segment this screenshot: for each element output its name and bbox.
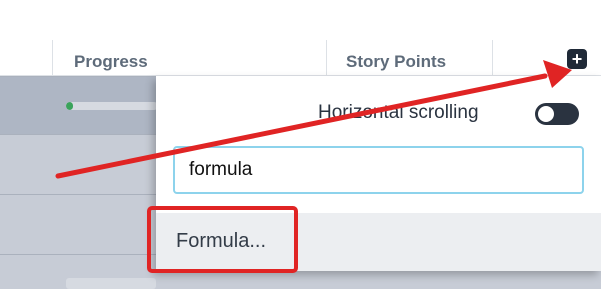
horizontal-scrolling-toggle[interactable] [535, 103, 579, 125]
column-header-progress[interactable]: Progress [74, 52, 148, 72]
column-search-input[interactable] [173, 146, 584, 194]
column-divider[interactable] [52, 40, 53, 76]
plus-square-icon: + [571, 49, 583, 69]
add-column-button[interactable]: + [567, 49, 587, 69]
toggle-knob [538, 106, 554, 122]
column-divider[interactable] [492, 40, 493, 76]
progress-bar [66, 102, 158, 110]
column-divider[interactable] [326, 40, 327, 76]
progress-bar [66, 278, 156, 289]
table-header: Progress Story Points + [0, 0, 601, 76]
column-header-story-points[interactable]: Story Points [346, 52, 446, 72]
horizontal-scrolling-label: Horizontal scrolling [318, 102, 479, 123]
progress-fill [66, 102, 74, 110]
annotation-highlight-box [147, 206, 298, 273]
horizontal-scrolling-row: Horizontal scrolling [156, 76, 601, 142]
